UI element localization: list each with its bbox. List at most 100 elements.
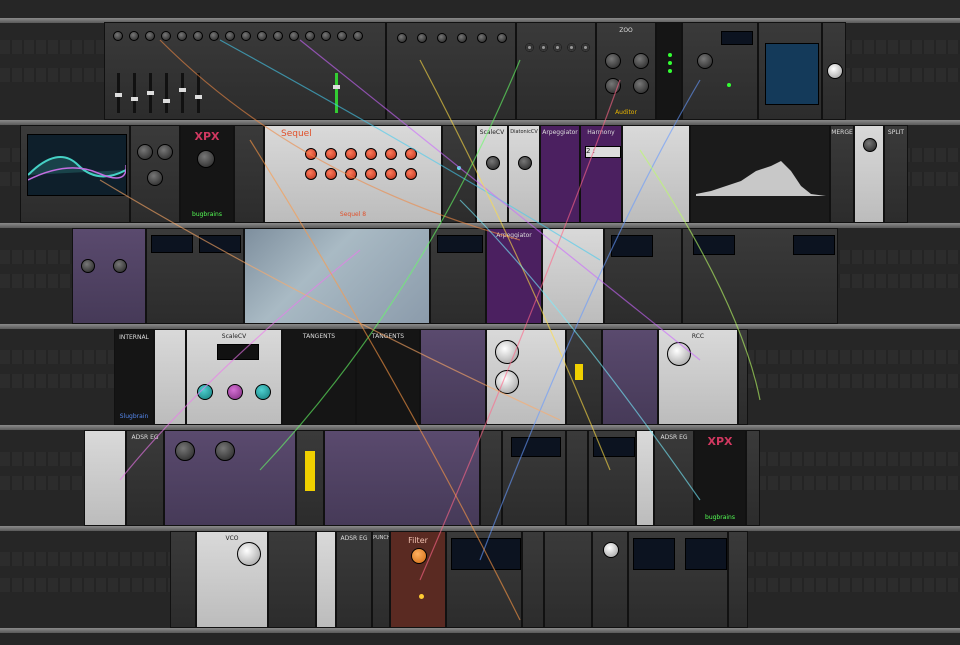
envelope-module-2[interactable] <box>446 531 522 628</box>
tangents-module[interactable]: TANGENTS <box>282 329 356 425</box>
knob[interactable] <box>497 33 507 43</box>
knob[interactable] <box>495 370 519 394</box>
arpeggiator-module[interactable]: Arpeggiator <box>540 125 580 223</box>
volume-knob[interactable] <box>827 63 843 79</box>
knob[interactable] <box>255 384 271 400</box>
vca-module[interactable] <box>430 228 486 324</box>
knob[interactable] <box>417 33 427 43</box>
utility-light-module[interactable] <box>154 329 186 425</box>
jack[interactable] <box>539 43 548 52</box>
knob[interactable] <box>697 53 713 69</box>
oscillator-module[interactable] <box>146 228 244 324</box>
jack[interactable] <box>553 43 562 52</box>
knob[interactable] <box>137 144 153 160</box>
knob[interactable] <box>353 31 363 41</box>
envelope-module[interactable] <box>682 228 838 324</box>
merge-module[interactable]: MERGE <box>830 125 854 223</box>
utility-light-module[interactable] <box>636 430 654 526</box>
synth-voice-module-2[interactable] <box>324 430 480 526</box>
knob[interactable] <box>157 144 173 160</box>
jack[interactable] <box>567 43 576 52</box>
knob[interactable] <box>633 78 649 94</box>
matrix-module[interactable] <box>516 22 596 120</box>
quantizer-module[interactable] <box>72 228 146 324</box>
step-knob[interactable] <box>405 168 417 180</box>
knob[interactable] <box>863 138 877 152</box>
fader-module[interactable] <box>566 430 588 526</box>
rcc-module-2[interactable]: RCC <box>658 329 738 425</box>
eq-module[interactable] <box>20 125 130 223</box>
split-module-2[interactable] <box>522 531 544 628</box>
knob[interactable] <box>633 53 649 69</box>
knob[interactable] <box>161 31 171 41</box>
wave-module-3[interactable] <box>588 430 636 526</box>
knob[interactable] <box>197 384 213 400</box>
step-knob[interactable] <box>385 148 397 160</box>
step-knob[interactable] <box>325 168 337 180</box>
knob[interactable] <box>495 340 519 364</box>
knob[interactable] <box>197 150 215 168</box>
mixer-module[interactable] <box>104 22 386 120</box>
diatoniccv-module[interactable]: DiatonicCV <box>508 125 540 223</box>
vco-module-2[interactable] <box>592 531 628 628</box>
knob[interactable] <box>175 441 195 461</box>
zoo-module[interactable]: ZOO Auditor <box>596 22 656 120</box>
envelope-module-3[interactable] <box>628 531 728 628</box>
xpx-module-2[interactable]: XPX bugbrains <box>694 430 746 526</box>
step-knob[interactable] <box>385 168 397 180</box>
knob[interactable] <box>437 33 447 43</box>
utility-light-module[interactable] <box>316 531 336 628</box>
fader-module[interactable] <box>566 329 602 425</box>
mixer-module-2[interactable] <box>268 531 316 628</box>
knob[interactable] <box>177 31 187 41</box>
meter-module[interactable] <box>656 22 682 120</box>
knob[interactable] <box>257 31 267 41</box>
knob[interactable] <box>129 31 139 41</box>
scope-module[interactable] <box>690 125 830 223</box>
quantizer-module-3[interactable] <box>602 329 658 425</box>
fader[interactable] <box>115 73 122 113</box>
knob[interactable] <box>147 170 163 186</box>
knob[interactable] <box>667 342 691 366</box>
split-module[interactable]: SPLIT <box>884 125 908 223</box>
fader[interactable] <box>333 73 340 113</box>
knob[interactable] <box>81 259 95 273</box>
utility-light-module[interactable] <box>84 430 126 526</box>
knob[interactable] <box>193 31 203 41</box>
step-knob[interactable] <box>325 148 337 160</box>
utility-light-module[interactable] <box>542 228 604 324</box>
arpeggiator-module-2[interactable]: Arpeggiator <box>486 228 542 324</box>
mixer-expander-module[interactable] <box>386 22 516 120</box>
scalecv-module-2[interactable]: ScaleCV <box>186 329 282 425</box>
synth-voice-module[interactable] <box>164 430 296 526</box>
sequencer-module[interactable] <box>758 22 822 120</box>
punch-module[interactable]: PUNCH <box>372 531 390 628</box>
vco-module[interactable]: VCO <box>196 531 268 628</box>
filter-module-2[interactable]: Filter <box>390 531 446 628</box>
mixer-module-3[interactable] <box>544 531 592 628</box>
multi-module[interactable] <box>622 125 690 223</box>
knob[interactable] <box>477 33 487 43</box>
utility-module[interactable] <box>234 125 264 223</box>
fader[interactable] <box>147 73 154 113</box>
adsr-module-3[interactable]: ADSR EG <box>336 531 372 628</box>
knob[interactable] <box>486 156 500 170</box>
knob[interactable] <box>411 548 427 564</box>
knob[interactable] <box>215 441 235 461</box>
adsr-module-2[interactable]: ADSR EG <box>654 430 694 526</box>
mini-module[interactable] <box>170 531 196 628</box>
mini-module[interactable] <box>442 125 476 223</box>
knob[interactable] <box>209 31 219 41</box>
jack[interactable] <box>581 43 590 52</box>
punch-module-2[interactable] <box>728 531 748 628</box>
knob[interactable] <box>113 259 127 273</box>
step-knob[interactable] <box>365 148 377 160</box>
step-knob[interactable] <box>405 148 417 160</box>
mini-module[interactable] <box>480 430 502 526</box>
knob[interactable] <box>605 53 621 69</box>
adsr-module[interactable]: ADSR EG <box>126 430 164 526</box>
knob[interactable] <box>603 542 619 558</box>
wave-module[interactable] <box>604 228 682 324</box>
knob[interactable] <box>337 31 347 41</box>
sequel-module[interactable]: Sequel Sequel 8 <box>264 125 442 223</box>
